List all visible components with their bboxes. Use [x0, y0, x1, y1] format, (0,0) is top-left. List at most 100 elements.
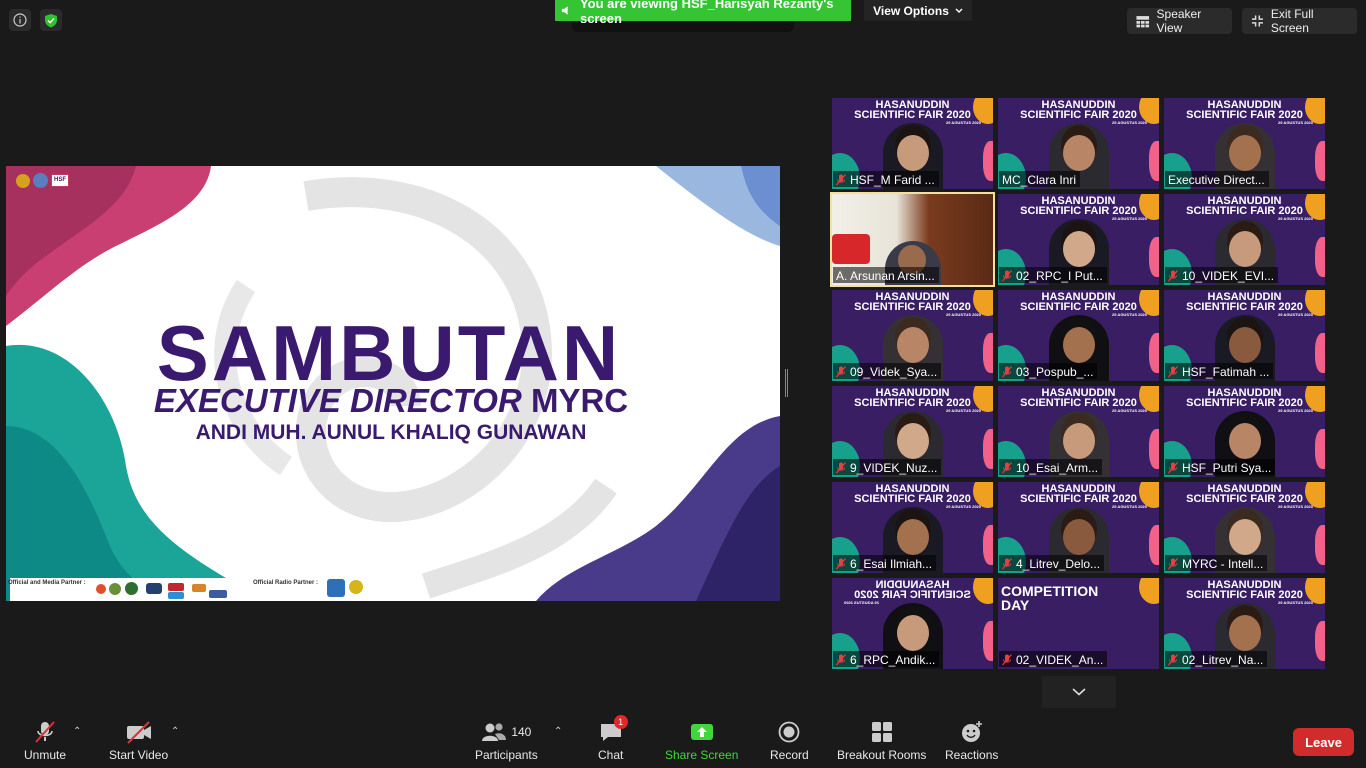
microphone-muted-icon — [32, 719, 58, 745]
microphone-muted-icon — [1002, 269, 1012, 282]
chevron-down-icon — [955, 8, 963, 13]
participant-tile[interactable]: HASANUDDIN SCIENTIFIC FAIR 2020 29 AGUSTUS… — [1164, 386, 1325, 477]
participant-name-label: 10_VIDEK_EVI... — [1165, 267, 1279, 283]
unmute-button[interactable]: Unmute — [24, 719, 66, 762]
tile-decoration — [1315, 525, 1325, 565]
slide-speaker-name: ANDI MUH. AUNUL KHALIQ GUNAWAN — [195, 421, 587, 444]
meeting-info-button[interactable] — [9, 9, 31, 31]
participant-tile[interactable]: HASANUDDIN SCIENTIFIC FAIR 2020 29 AGUSTUS… — [832, 578, 993, 669]
event-header: HASANUDDIN SCIENTIFIC FAIR 2020 29 AGUSTUS… — [1186, 387, 1313, 414]
participant-tile[interactable]: HASANUDDIN SCIENTIFIC FAIR 2020 29 AGUSTUS… — [1164, 578, 1325, 669]
tile-decoration — [1149, 429, 1159, 469]
hsf-badge: HSF — [51, 174, 69, 187]
event-header: HASANUDDIN SCIENTIFIC FAIR 2020 29 AGUSTUS… — [1020, 483, 1147, 510]
participant-tile[interactable]: COMPETITION DAY 02_VIDEK_An... — [998, 578, 1159, 669]
participant-tile[interactable]: HASANUDDIN SCIENTIFIC FAIR 2020 29 AGUSTUS… — [832, 290, 993, 381]
participants-count: 140 — [511, 725, 532, 739]
partner-logo-7 — [192, 584, 206, 592]
reactions-button[interactable]: Reactions — [945, 719, 998, 762]
participant-name: HSF_Fatimah ... — [1182, 364, 1270, 379]
participants-label: Participants — [475, 748, 538, 762]
participant-name: 6_RPC_Andik... — [850, 652, 936, 667]
participant-name-label: 03_Pospub_... — [999, 363, 1098, 379]
tile-decoration — [1149, 333, 1159, 373]
share-screen-button[interactable]: Share Screen — [665, 719, 738, 762]
view-options-button[interactable]: View Options — [864, 0, 972, 21]
participant-name: 03_Pospub_... — [1016, 364, 1094, 379]
participant-tile[interactable]: HASANUDDIN SCIENTIFIC FAIR 2020 29 AGUSTUS… — [1164, 482, 1325, 573]
speaker-view-button[interactable]: Speaker View — [1127, 7, 1232, 35]
chevron-down-icon — [1072, 688, 1086, 696]
shared-screen-slide: HSF SAMBUTAN EXECUTIVE DIRECTOR MYRC AND… — [6, 166, 780, 601]
viewing-banner-text: You are viewing HSF_Harisyah Rezanty's s… — [579, 0, 834, 26]
info-icon — [13, 13, 27, 27]
tile-decoration — [983, 429, 993, 469]
record-label: Record — [770, 748, 809, 762]
participants-options-caret[interactable]: ⌃ — [554, 726, 562, 737]
microphone-muted-icon — [836, 461, 846, 474]
share-screen-icon — [690, 719, 714, 745]
participant-name-label: 09_Videk_Sya... — [833, 363, 942, 379]
participants-icon: 140 — [481, 719, 531, 745]
microphone-muted-icon — [836, 557, 846, 570]
video-options-caret[interactable]: ⌃ — [171, 726, 179, 737]
record-button[interactable]: Record — [770, 719, 809, 762]
participants-button[interactable]: 140 Participants — [475, 719, 538, 762]
split-resize-handle[interactable] — [785, 369, 788, 397]
chat-label: Chat — [598, 748, 624, 762]
event-header: HASANUDDIN SCIENTIFIC FAIR 2020 29 AGUSTUS… — [1020, 99, 1147, 126]
participant-name: 10_VIDEK_EVI... — [1182, 268, 1275, 283]
participant-tile[interactable]: HASANUDDIN SCIENTIFIC FAIR 2020 29 AGUSTUS… — [1164, 194, 1325, 285]
radio-partner-label: Official Radio Partner : — [253, 580, 319, 586]
audio-options-caret[interactable]: ⌃ — [73, 726, 81, 737]
participant-tile[interactable]: HASANUDDIN SCIENTIFIC FAIR 2020 29 AGUSTUS… — [998, 386, 1159, 477]
red-chair — [832, 234, 870, 264]
event-header: HASANUDDIN SCIENTIFIC FAIR 2020 29 AGUSTUS… — [854, 387, 981, 414]
share-screen-label: Share Screen — [665, 748, 739, 762]
participant-tile[interactable]: A. Arsunan Arsin... — [830, 192, 995, 287]
breakout-rooms-label: Breakout Rooms — [837, 748, 927, 762]
participant-tile[interactable]: HASANUDDIN SCIENTIFIC FAIR 2020 29 AGUSTUS… — [998, 98, 1159, 189]
event-header: HASANUDDIN SCIENTIFIC FAIR 2020 29 AGUSTUS… — [1020, 291, 1147, 318]
participant-tile[interactable]: HASANUDDIN SCIENTIFIC FAIR 2020 29 AGUSTUS… — [998, 290, 1159, 381]
gallery-next-page-button[interactable] — [1042, 676, 1116, 708]
tile-decoration — [1315, 621, 1325, 661]
leave-meeting-button[interactable]: Leave — [1293, 728, 1354, 756]
exit-full-screen-button[interactable]: Exit Full Screen — [1242, 7, 1357, 35]
speaker-view-label: Speaker View — [1156, 7, 1202, 35]
tile-decoration — [1315, 237, 1325, 277]
participant-name: 6_Esai Ilmiah... — [850, 556, 933, 571]
participant-tile[interactable]: HASANUDDIN SCIENTIFIC FAIR 2020 29 AGUSTUS… — [998, 194, 1159, 285]
breakout-rooms-button[interactable]: Breakout Rooms — [837, 719, 926, 762]
participant-tile[interactable]: HASANUDDIN SCIENTIFIC FAIR 2020 29 AGUSTUS… — [832, 98, 993, 189]
participant-tile[interactable]: HASANUDDIN SCIENTIFIC FAIR 2020 29 AGUSTUS… — [1164, 98, 1325, 189]
microphone-muted-icon — [1002, 653, 1012, 666]
competition-title: COMPETITION DAY — [1001, 583, 1099, 613]
start-video-button[interactable]: Start Video — [109, 719, 168, 762]
participant-name-label: 4_Litrev_Delo... — [999, 555, 1105, 571]
participant-name-label: HSF_M Farid ... — [833, 171, 939, 187]
participant-tile[interactable]: HASANUDDIN SCIENTIFIC FAIR 2020 29 AGUSTUS… — [832, 482, 993, 573]
tile-decoration — [983, 333, 993, 373]
microphone-muted-icon — [1168, 653, 1178, 666]
microphone-muted-icon — [836, 653, 846, 666]
event-header: HASANUDDIN SCIENTIFIC FAIR 2020 29 AGUSTUS… — [1186, 483, 1313, 510]
security-status-button[interactable] — [40, 9, 62, 31]
meeting-toolbar: Unmute ⌃ Start Video ⌃ 140 Participants … — [0, 713, 1366, 768]
smiley-plus-icon — [960, 719, 984, 745]
partner-logo-6 — [168, 592, 184, 599]
microphone-muted-icon — [836, 365, 846, 378]
event-header: HASANUDDIN SCIENTIFIC FAIR 2020 29 AGUSTUS… — [854, 291, 981, 318]
participant-tile[interactable]: HASANUDDIN SCIENTIFIC FAIR 2020 29 AGUSTUS… — [998, 482, 1159, 573]
chat-button[interactable]: 1 Chat — [598, 715, 628, 762]
participant-tile[interactable]: HASANUDDIN SCIENTIFIC FAIR 2020 29 AGUSTUS… — [1164, 290, 1325, 381]
participant-name: 02_RPC_I Put... — [1016, 268, 1103, 283]
participant-name: MYRC - Intell... — [1182, 556, 1264, 571]
microphone-muted-icon — [1002, 365, 1012, 378]
event-header: HASANUDDIN SCIENTIFIC FAIR 2020 29 AGUSTUS… — [1020, 195, 1147, 222]
event-header: HASANUDDIN SCIENTIFIC FAIR 2020 29 AGUSTUS… — [1186, 579, 1313, 606]
tile-decoration — [1139, 578, 1159, 604]
tile-decoration — [1149, 141, 1159, 181]
participant-tile[interactable]: HASANUDDIN SCIENTIFIC FAIR 2020 29 AGUSTUS… — [832, 386, 993, 477]
tile-decoration — [1315, 333, 1325, 373]
